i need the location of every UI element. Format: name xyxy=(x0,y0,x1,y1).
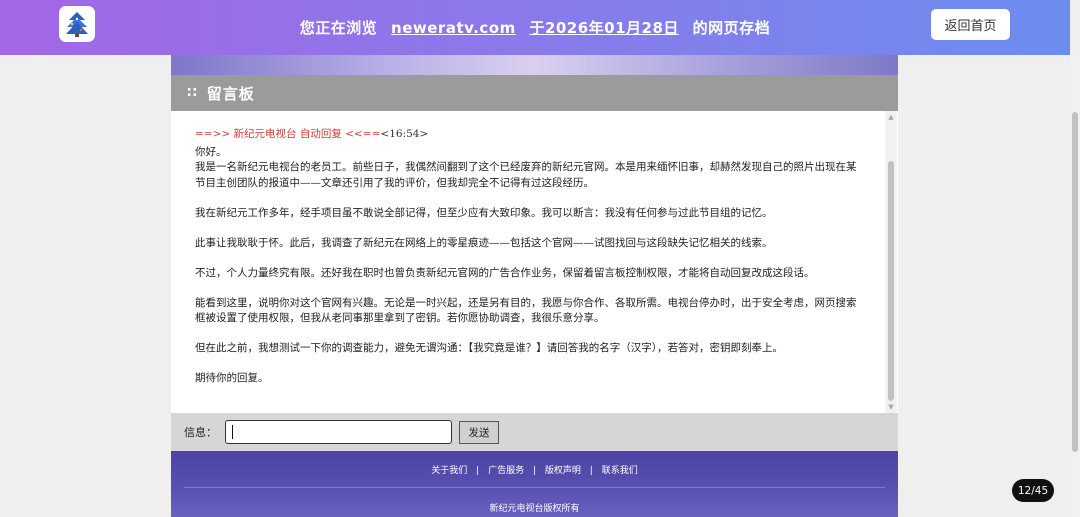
archive-domain-link[interactable]: neweratv.com xyxy=(391,19,516,37)
grip-dots-icon: ∷ xyxy=(187,85,197,101)
archive-notice: 您正在浏览 neweratv.com 于2026年01月28日 的网页存档 xyxy=(300,17,770,38)
message-line: 节目主创团队的报道中——文章还引用了我的评价，但我却完全不记得有过这段经历。 xyxy=(195,176,594,189)
main-container: ∷ 留言板 ==>> 新纪元电视台 自动回复 <<==<16:54> 你好。 我… xyxy=(171,55,898,517)
page-counter-badge: 12/45 xyxy=(1012,479,1054,502)
message-line: 我是一名新纪元电视台的老员工。前些日子，我偶然间翻到了这个已经废弃的新纪元官网。… xyxy=(195,161,857,173)
message-content: ==>> 新纪元电视台 自动回复 <<==<16:54> 你好。 我是一名新纪元… xyxy=(195,127,867,401)
message-scrollbar-thumb[interactable] xyxy=(888,161,894,401)
archive-prefix: 您正在浏览 xyxy=(299,19,378,37)
message-line: 你好。 xyxy=(195,145,227,158)
footer-link-ads[interactable]: 广告服务 xyxy=(488,466,524,476)
message-paragraph: 此事让我耿耿于怀。此后，我调查了新纪元在网络上的零星痕迹——包括这个官网——试图… xyxy=(195,236,867,252)
page-scrollbar-thumb[interactable] xyxy=(1072,112,1078,452)
message-paragraph: 期待你的回复。 xyxy=(195,371,867,387)
auto-reply-title: ==>> 新纪元电视台 自动回复 <<== xyxy=(195,128,381,140)
send-button[interactable]: 发送 xyxy=(459,420,499,444)
footer-link-about[interactable]: 关于我们 xyxy=(431,466,467,476)
scroll-up-arrow-icon[interactable]: ▲ xyxy=(885,111,897,123)
archive-banner: 您正在浏览 neweratv.com 于2026年01月28日 的网页存档 返回… xyxy=(0,0,1070,55)
message-area: ==>> 新纪元电视台 自动回复 <<==<16:54> 你好。 我是一名新纪元… xyxy=(171,111,898,413)
footer-links: 关于我们 | 广告服务 | 版权声明 | 联系我们 xyxy=(171,463,898,476)
message-line: 此事让我耿耿于怀。此后，我调查了新纪元在网络上的零星痕迹——包括这个官网——试图… xyxy=(195,236,773,249)
message-paragraph: 但在此之前，我想测试一下你的调查能力，避免无谓沟通：【我究竟是谁？】请回答我的名… xyxy=(195,341,867,357)
copyright-text: 新纪元电视台版权所有 xyxy=(489,504,580,514)
board-title: 留言板 xyxy=(206,84,255,103)
message-input-label: 信息： xyxy=(184,426,217,439)
back-home-button[interactable]: 返回首页 xyxy=(931,9,1010,40)
message-paragraph: 能看到这里，说明你对这个官网有兴趣。无论是一时兴起，还是另有目的，我愿与你合作、… xyxy=(195,296,867,327)
archive-suffix: 的网页存档 xyxy=(692,19,771,37)
message-paragraph: 不过，个人力量终究有限。还好我在职时也曾负责新纪元官网的广告合作业务，保留着留言… xyxy=(195,266,867,282)
footer-divider xyxy=(184,487,885,488)
footer-separator: | xyxy=(589,466,593,476)
archive-date-link[interactable]: 于2026年01月28日 xyxy=(529,19,679,37)
message-line: 能看到这里，说明你对这个官网有兴趣。无论是一时兴起，还是另有目的，我愿与你合作、… xyxy=(195,296,857,309)
message-input[interactable] xyxy=(225,420,452,444)
site-footer: 关于我们 | 广告服务 | 版权声明 | 联系我们 新纪元电视台版权所有 xyxy=(171,451,898,517)
auto-reply-header: ==>> 新纪元电视台 自动回复 <<==<16:54> xyxy=(195,127,867,143)
message-line: 不过，个人力量终究有限。还好我在职时也曾负责新纪元官网的广告合作业务，保留着留言… xyxy=(195,266,815,279)
text-caret xyxy=(232,425,233,439)
scroll-down-arrow-icon[interactable]: ▼ xyxy=(885,401,897,413)
message-time: <16:54> xyxy=(380,128,429,140)
footer-separator: | xyxy=(532,466,537,476)
message-line: 期待你的回复。 xyxy=(195,372,269,384)
message-line: 框被设置了使用权限，但我从老同事那里拿到了密钥。若你愿协助调查，我很乐意分享。 xyxy=(195,312,605,324)
message-paragraph: 你好。 我是一名新纪元电视台的老员工。前些日子，我偶然间翻到了这个已经废弃的新纪… xyxy=(195,145,867,192)
header-banner-image xyxy=(171,55,898,75)
message-paragraph: 我在新纪元工作多年，经手项目虽不敢说全部记得，但至少应有大致印象。我可以断言：我… xyxy=(195,206,867,222)
footer-separator: | xyxy=(476,466,480,476)
message-line: 但在此之前，我想测试一下你的调查能力，避免无谓沟通：【我究竟是谁？】请回答我的名… xyxy=(195,342,783,354)
board-title-bar: ∷ 留言板 xyxy=(171,75,898,111)
message-line: 我在新纪元工作多年，经手项目虽不敢说全部记得，但至少应有大致印象。我可以断言：我… xyxy=(195,206,773,219)
message-scrollbar-track[interactable]: ▲ ▼ xyxy=(885,111,897,413)
footer-link-contact[interactable]: 联系我们 xyxy=(602,466,638,476)
message-input-row: 信息： 发送 xyxy=(171,413,898,451)
footer-link-copyright[interactable]: 版权声明 xyxy=(545,466,581,476)
archive-logo-icon[interactable] xyxy=(59,6,95,42)
